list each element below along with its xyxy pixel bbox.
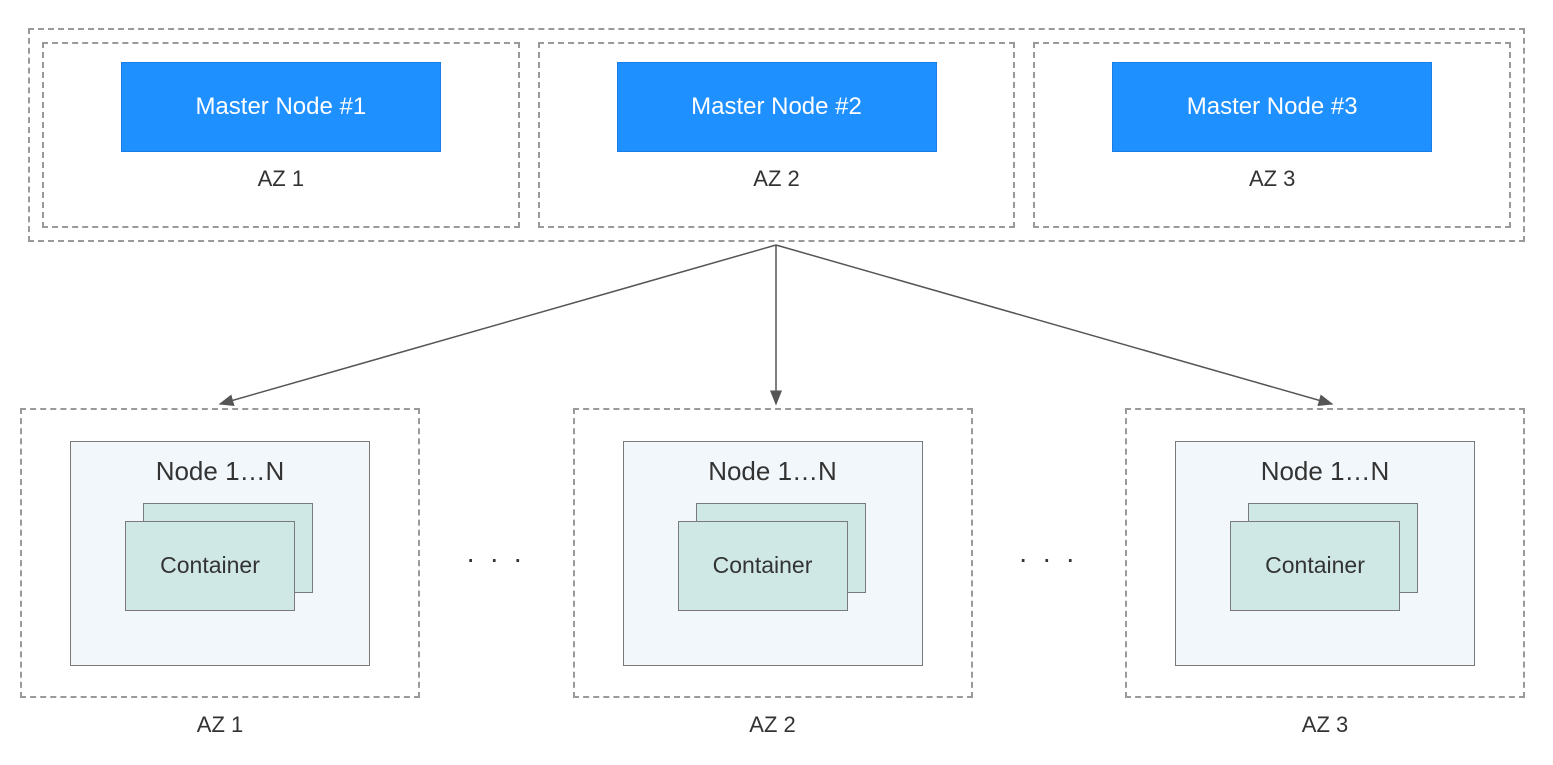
container-label: Container (160, 552, 260, 579)
container-label: Container (713, 552, 813, 579)
master-node-label: Master Node #3 (1187, 93, 1358, 121)
ellipsis-1: . . . (420, 408, 573, 698)
master-node-label: Master Node #1 (195, 93, 366, 121)
worker-group-1: Node 1…N Container AZ 1 (20, 408, 420, 738)
master-node-1: Master Node #1 (121, 62, 441, 152)
master-az-label-1: AZ 1 (258, 166, 304, 192)
worker-node-title: Node 1…N (1261, 456, 1390, 487)
worker-node-title: Node 1…N (708, 456, 837, 487)
worker-az-label-3: AZ 3 (1302, 712, 1348, 738)
worker-node-3: Node 1…N Container (1175, 441, 1475, 666)
master-az-label-2: AZ 2 (753, 166, 799, 192)
master-az-2: Master Node #2 AZ 2 (538, 42, 1016, 228)
master-plane: Master Node #1 AZ 1 Master Node #2 AZ 2 … (28, 28, 1525, 242)
master-az-label-3: AZ 3 (1249, 166, 1295, 192)
worker-az-2: Node 1…N Container (573, 408, 973, 698)
container-stack-2: Container (678, 503, 868, 613)
worker-group-3: Node 1…N Container AZ 3 (1125, 408, 1525, 738)
master-az-1: Master Node #1 AZ 1 (42, 42, 520, 228)
master-node-label: Master Node #2 (691, 93, 862, 121)
worker-az-1: Node 1…N Container (20, 408, 420, 698)
master-az-3: Master Node #3 AZ 3 (1033, 42, 1511, 228)
worker-group-2: Node 1…N Container AZ 2 (573, 408, 973, 738)
container-label: Container (1265, 552, 1365, 579)
arrow-to-az3 (776, 245, 1332, 404)
arrow-to-az1 (220, 245, 776, 404)
worker-az-label-2: AZ 2 (749, 712, 795, 738)
worker-node-2: Node 1…N Container (623, 441, 923, 666)
container-front: Container (1230, 521, 1400, 611)
container-front: Container (125, 521, 295, 611)
container-stack-1: Container (125, 503, 315, 613)
worker-az-3: Node 1…N Container (1125, 408, 1525, 698)
ellipsis-2: . . . (973, 408, 1126, 698)
worker-node-title: Node 1…N (156, 456, 285, 487)
worker-plane: Node 1…N Container AZ 1 . . . Node 1…N C… (20, 408, 1525, 738)
master-node-2: Master Node #2 (617, 62, 937, 152)
master-node-3: Master Node #3 (1112, 62, 1432, 152)
worker-az-label-1: AZ 1 (197, 712, 243, 738)
container-front: Container (678, 521, 848, 611)
worker-node-1: Node 1…N Container (70, 441, 370, 666)
container-stack-3: Container (1230, 503, 1420, 613)
